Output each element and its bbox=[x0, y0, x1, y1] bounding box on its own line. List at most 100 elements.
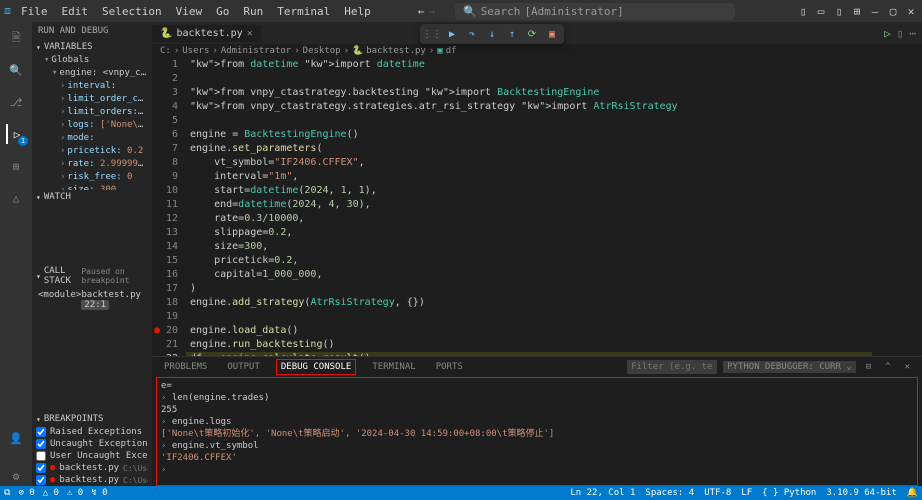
bp-checkbox[interactable] bbox=[36, 475, 46, 485]
chevron-up-icon[interactable]: ^ bbox=[881, 360, 894, 374]
settings-icon[interactable]: ⚙ bbox=[6, 466, 26, 486]
drag-handle-icon[interactable]: ⋮⋮ bbox=[424, 26, 440, 42]
nav-fwd-icon[interactable]: → bbox=[428, 5, 435, 18]
globals-node[interactable]: ▾Globals bbox=[44, 54, 148, 67]
variables-header[interactable]: Variables bbox=[32, 40, 152, 54]
breadcrumb[interactable]: C: › Users › Administrator › Desktop › 🐍… bbox=[152, 44, 922, 58]
status-remote-icon[interactable]: ⧉ bbox=[4, 488, 10, 498]
menu-edit[interactable]: Edit bbox=[56, 3, 95, 20]
testing-icon[interactable]: △ bbox=[6, 188, 26, 208]
step-over-icon[interactable]: ↷ bbox=[464, 26, 480, 42]
debug-console[interactable]: e=› len(engine.trades)255› engine.logs['… bbox=[156, 377, 918, 486]
var-interval[interactable]: ›interval: bbox=[44, 80, 148, 93]
menu-run[interactable]: Run bbox=[237, 3, 269, 20]
menu-view[interactable]: View bbox=[170, 3, 209, 20]
continue-icon[interactable]: ▶ bbox=[444, 26, 460, 42]
split-icon[interactable]: ▯ bbox=[897, 27, 904, 40]
breakpoint-item[interactable]: ●backtest.pyC:\Users\Administ... bbox=[36, 462, 148, 474]
run-debug-icon[interactable]: ▷ bbox=[6, 124, 26, 144]
run-icon[interactable]: ▷ bbox=[884, 27, 891, 40]
search-placeholder: Search bbox=[481, 5, 521, 18]
sidebar-title: Run and Debug bbox=[32, 22, 152, 40]
bp-checkbox[interactable] bbox=[36, 439, 46, 449]
explorer-icon[interactable]: 🗎 bbox=[6, 28, 26, 48]
account-icon[interactable]: 👤 bbox=[6, 428, 26, 448]
menu-help[interactable]: Help bbox=[338, 3, 377, 20]
activity-bar: 🗎 🔍 ⎇ ▷ ⊞ △ 👤 ⚙ bbox=[0, 22, 32, 486]
step-out-icon[interactable]: ↑ bbox=[504, 26, 520, 42]
status-errors[interactable]: ⊘ 0 bbox=[18, 488, 34, 498]
sidebar: Run and Debug Variables ▾Globals ▾engine… bbox=[32, 22, 152, 486]
restart-icon[interactable]: ⟳ bbox=[524, 26, 540, 42]
bp-checkbox[interactable] bbox=[36, 451, 46, 461]
watch-header[interactable]: Watch bbox=[32, 190, 152, 204]
breakpoint-item[interactable]: ●backtest.pyC:\Users\Administ... bbox=[36, 474, 148, 486]
bp-checkbox[interactable] bbox=[36, 427, 46, 437]
status-indent[interactable]: Spaces: 4 bbox=[645, 488, 694, 498]
var-pricetick[interactable]: ›pricetick: 0.2 bbox=[44, 145, 148, 158]
tab-close-icon[interactable]: ✕ bbox=[247, 28, 253, 39]
menu-file[interactable]: File bbox=[15, 3, 54, 20]
breakpoint-item[interactable]: User Uncaught Exceptions bbox=[36, 450, 148, 462]
bp-checkbox[interactable] bbox=[36, 463, 46, 473]
nav-back-icon[interactable]: ← bbox=[418, 5, 425, 18]
layout-right-icon[interactable]: ▯ bbox=[832, 4, 846, 18]
menu-selection[interactable]: Selection bbox=[96, 3, 168, 20]
tab-problems[interactable]: Problems bbox=[160, 360, 211, 374]
tab-backtest[interactable]: 🐍 backtest.py ✕ bbox=[152, 25, 261, 42]
tab-terminal[interactable]: Terminal bbox=[368, 360, 419, 374]
maximize-icon[interactable]: ▢ bbox=[886, 4, 900, 18]
status-ports[interactable]: ↯ 0 bbox=[91, 488, 107, 498]
minimap[interactable] bbox=[872, 58, 922, 356]
status-lang[interactable]: { } Python bbox=[762, 488, 816, 498]
tab-ports[interactable]: Ports bbox=[432, 360, 467, 374]
tab-label: backtest.py bbox=[176, 28, 242, 39]
menu-terminal[interactable]: Terminal bbox=[271, 3, 336, 20]
minimize-icon[interactable]: — bbox=[868, 4, 882, 18]
callstack-header[interactable]: Call StackPaused on breakpoint bbox=[32, 264, 152, 288]
scm-icon[interactable]: ⎇ bbox=[6, 92, 26, 112]
status-cursor[interactable]: Ln 22, Col 1 bbox=[570, 488, 635, 498]
code-editor[interactable]: 123456789101112131415161718192021222324 … bbox=[152, 58, 922, 356]
tab-debug-console[interactable]: Debug Console bbox=[276, 359, 356, 375]
engine-node[interactable]: ▾engine: <vnpy_ctastrategy.backt... bbox=[44, 67, 148, 80]
search-bar[interactable]: 🔍 Search [Administrator] bbox=[455, 3, 735, 20]
panel-close-icon[interactable]: ✕ bbox=[901, 360, 914, 374]
breakpoint-item[interactable]: Raised Exceptions bbox=[36, 426, 148, 438]
status-info[interactable]: ⚠ 0 bbox=[67, 488, 83, 498]
menu-go[interactable]: Go bbox=[210, 3, 235, 20]
close-icon[interactable]: ✕ bbox=[904, 4, 918, 18]
status-eol[interactable]: LF bbox=[741, 488, 752, 498]
console-filter-input[interactable] bbox=[627, 360, 717, 374]
tab-output[interactable]: Output bbox=[223, 360, 264, 374]
layout-left-icon[interactable]: ▯ bbox=[796, 4, 810, 18]
status-interpreter[interactable]: 3.10.9 64-bit bbox=[826, 488, 896, 498]
extensions-icon[interactable]: ⊞ bbox=[6, 156, 26, 176]
var-limit_orders[interactable]: ›limit_orders: {'STOP.1': bbox=[44, 106, 148, 119]
callstack-frame[interactable]: <module> backtest.py 22:1 bbox=[32, 288, 152, 312]
stop-icon[interactable]: ▣ bbox=[544, 26, 560, 42]
var-rate[interactable]: ›rate: 2.9999999999999997e-05 bbox=[44, 158, 148, 171]
debug-config-selector[interactable]: Python Debugger: Curr ⌄ bbox=[723, 361, 856, 373]
status-warnings[interactable]: △ 0 bbox=[43, 488, 59, 498]
layout-bottom-icon[interactable]: ▭ bbox=[814, 4, 828, 18]
layout-custom-icon[interactable]: ⊞ bbox=[850, 4, 864, 18]
var-logs[interactable]: ›logs: ['None\t策略初始化', 'N... bbox=[44, 119, 148, 132]
breakpoint-item[interactable]: Uncaught Exceptions bbox=[36, 438, 148, 450]
window-controls: ▯ ▭ ▯ ⊞ — ▢ ✕ bbox=[796, 4, 918, 18]
python-file-icon: 🐍 bbox=[160, 28, 172, 39]
status-bell-icon[interactable]: 🔔 bbox=[907, 488, 918, 498]
breakpoints-header[interactable]: Breakpoints bbox=[32, 412, 152, 426]
var-risk_free[interactable]: ›risk_free: 0 bbox=[44, 171, 148, 184]
search-panel-icon[interactable]: 🔍 bbox=[6, 60, 26, 80]
search-icon: 🔍 bbox=[463, 5, 477, 18]
titlebar: ⧈ File Edit Selection View Go Run Termin… bbox=[0, 0, 922, 22]
var-limit_order_count[interactable]: ›limit_order_count: 255 bbox=[44, 93, 148, 106]
var-mode[interactable]: ›mode: bbox=[44, 132, 148, 145]
bottom-panel: Problems Output Debug Console Terminal P… bbox=[152, 356, 922, 486]
clear-console-icon[interactable]: ⊟ bbox=[862, 360, 875, 374]
step-into-icon[interactable]: ↓ bbox=[484, 26, 500, 42]
nav-arrows: ← → bbox=[418, 5, 435, 18]
more-icon[interactable]: ⋯ bbox=[909, 27, 916, 40]
status-encoding[interactable]: UTF-8 bbox=[704, 488, 731, 498]
